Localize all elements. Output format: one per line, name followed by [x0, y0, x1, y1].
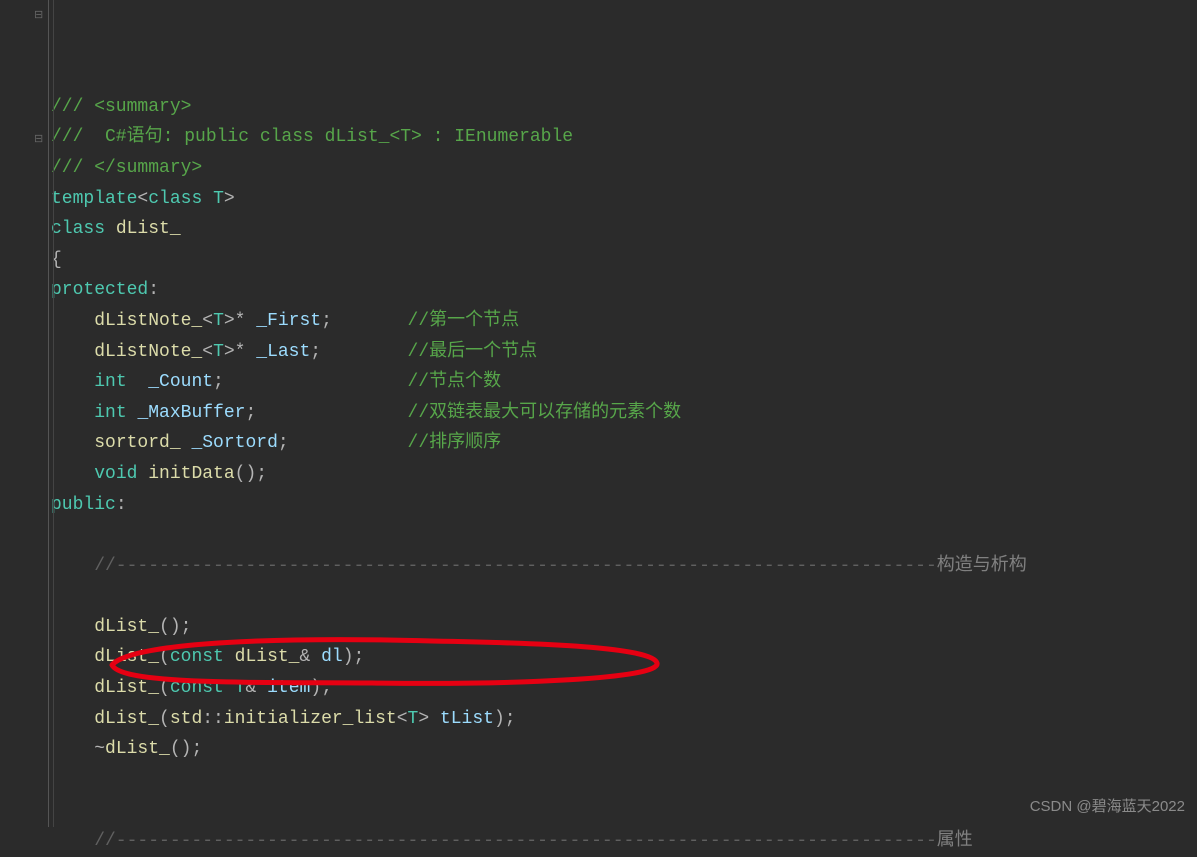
code-line: int _Count; //节点个数 — [51, 367, 1027, 398]
code-line: dListNote_<T>* _First; //第一个节点 — [51, 306, 1027, 337]
code-line: template<class T> — [51, 184, 1027, 215]
code-line: protected: — [51, 275, 1027, 306]
code-line: dList_(); — [51, 612, 1027, 643]
code-line: //--------------------------------------… — [51, 826, 1027, 857]
gutter: ⊟⊟ — [0, 0, 49, 827]
watermark: CSDN @碧海蓝天2022 — [1030, 794, 1185, 820]
code-line: sortord_ _Sortord; //排序顺序 — [51, 428, 1027, 459]
code-line: dListNote_<T>* _Last; //最后一个节点 — [51, 337, 1027, 368]
code-line: /// <summary> — [51, 92, 1027, 123]
code-line — [51, 765, 1027, 796]
code-line: void initData(); — [51, 459, 1027, 490]
code-line: int _MaxBuffer; //双链表最大可以存储的元素个数 — [51, 398, 1027, 429]
code-line: //--------------------------------------… — [51, 551, 1027, 582]
code-line — [51, 795, 1027, 826]
code-line — [51, 520, 1027, 551]
code-line: /// </summary> — [51, 153, 1027, 184]
fold-toggle-icon[interactable]: ⊟ — [34, 7, 43, 26]
code-line: dList_(const dList_& dl); — [51, 642, 1027, 673]
code-line: dList_(std::initializer_list<T> tList); — [51, 704, 1027, 735]
code-line — [51, 581, 1027, 612]
code-line: dList_(const T& item); — [51, 673, 1027, 704]
code-line: /// C#语句: public class dList_<T> : IEnum… — [51, 122, 1027, 153]
code-line: ~dList_(); — [51, 734, 1027, 765]
code-area: /// <summary>/// C#语句: public class dLis… — [49, 0, 1027, 827]
code-line: public: — [51, 490, 1027, 521]
code-line: { — [51, 245, 1027, 276]
code-line: class dList_ — [51, 214, 1027, 245]
code-editor: ⊟⊟ /// <summary>/// C#语句: public class d… — [0, 0, 1197, 827]
fold-toggle-icon[interactable]: ⊟ — [34, 131, 43, 150]
